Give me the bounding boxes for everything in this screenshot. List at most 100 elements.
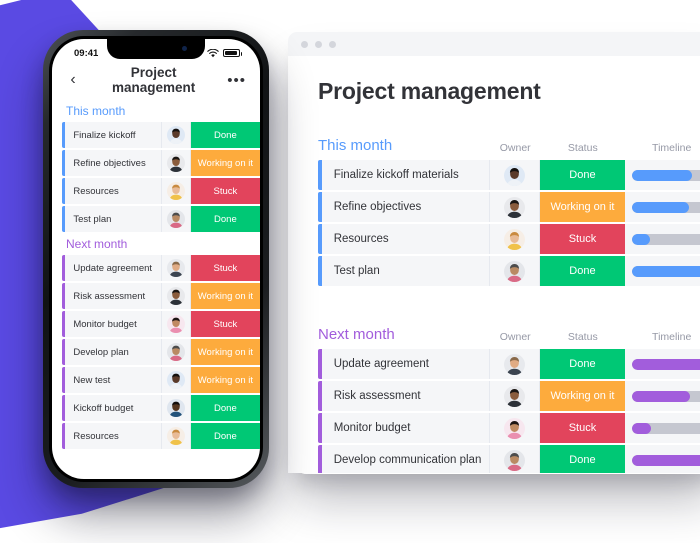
- status-badge[interactable]: Done: [540, 256, 625, 286]
- owner-cell[interactable]: [161, 367, 191, 393]
- task-name-cell[interactable]: Develop plan: [65, 339, 162, 365]
- owner-cell[interactable]: [490, 381, 541, 411]
- avatar-man-gray[interactable]: [166, 343, 185, 361]
- timeline-cell[interactable]: [624, 349, 700, 379]
- avatar-man-beard[interactable]: [504, 196, 526, 218]
- phone-list-item[interactable]: Refine objectives Working on it: [62, 150, 260, 176]
- owner-cell[interactable]: [490, 349, 541, 379]
- task-name-cell[interactable]: Refine objectives: [65, 150, 162, 176]
- status-badge[interactable]: Stuck: [190, 311, 260, 337]
- timeline-cell[interactable]: [624, 160, 700, 190]
- task-name-cell[interactable]: Finalize kickoff materials: [321, 160, 491, 190]
- task-name-cell[interactable]: Refine objectives: [321, 192, 491, 222]
- phone-list-item[interactable]: Test plan Done: [62, 206, 260, 232]
- phone-list-item[interactable]: Resources Done: [62, 423, 260, 449]
- owner-cell[interactable]: [161, 339, 191, 365]
- avatar-man-gray[interactable]: [504, 449, 526, 471]
- status-badge[interactable]: Stuck: [190, 255, 260, 281]
- owner-cell[interactable]: [161, 283, 191, 309]
- task-name-cell[interactable]: Kickoff budget: [65, 395, 162, 421]
- owner-cell[interactable]: [161, 122, 191, 148]
- task-name-cell[interactable]: Resources: [65, 423, 162, 449]
- phone-list-item[interactable]: Develop plan Working on it: [62, 339, 260, 365]
- task-name-cell[interactable]: Develop communication plan: [321, 445, 491, 473]
- task-name-cell[interactable]: Test plan: [65, 206, 162, 232]
- status-badge[interactable]: Done: [190, 423, 260, 449]
- task-name-cell[interactable]: Resources: [321, 224, 491, 254]
- table-row[interactable]: Monitor budget Stuck: [318, 413, 700, 443]
- avatar-man-dark[interactable]: [166, 399, 185, 417]
- status-badge[interactable]: Working on it: [190, 283, 260, 309]
- back-icon[interactable]: ‹: [66, 71, 80, 89]
- avatar-man-gray[interactable]: [166, 210, 185, 228]
- task-name-cell[interactable]: Test plan: [321, 256, 491, 286]
- avatar-woman-blonde[interactable]: [166, 427, 185, 445]
- phone-list-item[interactable]: New test Working on it: [62, 367, 260, 393]
- group-title[interactable]: Next month: [318, 327, 490, 342]
- task-name-cell[interactable]: Monitor budget: [65, 311, 162, 337]
- avatar-man-beard[interactable]: [166, 154, 185, 172]
- status-badge[interactable]: Stuck: [540, 413, 625, 443]
- avatar-woman-blonde[interactable]: [504, 228, 526, 250]
- status-badge[interactable]: Done: [540, 445, 625, 473]
- owner-cell[interactable]: [161, 255, 191, 281]
- phone-list-item[interactable]: Resources Stuck: [62, 178, 260, 204]
- phone-group-title[interactable]: This month: [66, 104, 260, 118]
- status-badge[interactable]: Done: [540, 160, 625, 190]
- owner-cell[interactable]: [161, 395, 191, 421]
- avatar-woman-brunette[interactable]: [166, 315, 185, 333]
- phone-list-item[interactable]: Kickoff budget Done: [62, 395, 260, 421]
- status-badge[interactable]: Working on it: [540, 381, 625, 411]
- timeline-cell[interactable]: [624, 256, 700, 286]
- table-row[interactable]: Update agreement Done: [318, 349, 700, 379]
- phone-list-item[interactable]: Risk assessment Working on it: [62, 283, 260, 309]
- phone-group-title[interactable]: Next month: [66, 237, 260, 251]
- window-close-dot[interactable]: [301, 40, 308, 48]
- status-badge[interactable]: Stuck: [190, 178, 260, 204]
- owner-cell[interactable]: [490, 256, 541, 286]
- timeline-cell[interactable]: [624, 381, 700, 411]
- status-badge[interactable]: Done: [540, 349, 625, 379]
- table-row[interactable]: Risk assessment Working on it: [318, 381, 700, 411]
- table-row[interactable]: Finalize kickoff materials Done: [318, 160, 700, 190]
- status-badge[interactable]: Done: [190, 395, 260, 421]
- status-badge[interactable]: Working on it: [190, 367, 260, 393]
- avatar-man-beard[interactable]: [166, 287, 185, 305]
- owner-cell[interactable]: [490, 224, 541, 254]
- avatar-woman-brunette[interactable]: [504, 417, 526, 439]
- status-badge[interactable]: Working on it: [190, 339, 260, 365]
- table-row[interactable]: Refine objectives Working on it: [318, 192, 700, 222]
- status-badge[interactable]: Working on it: [190, 150, 260, 176]
- task-name-cell[interactable]: Risk assessment: [321, 381, 491, 411]
- owner-cell[interactable]: [161, 206, 191, 232]
- avatar-man-gray[interactable]: [504, 260, 526, 282]
- task-name-cell[interactable]: Update agreement: [65, 255, 162, 281]
- task-name-cell[interactable]: Risk assessment: [65, 283, 162, 309]
- avatar-woman-dark[interactable]: [504, 164, 526, 186]
- task-name-cell[interactable]: Update agreement: [321, 349, 491, 379]
- more-options-icon[interactable]: •••: [227, 72, 246, 89]
- owner-cell[interactable]: [161, 178, 191, 204]
- timeline-cell[interactable]: [624, 445, 700, 473]
- phone-list-item[interactable]: Update agreement Stuck: [62, 255, 260, 281]
- phone-list-item[interactable]: Monitor budget Stuck: [62, 311, 260, 337]
- status-badge[interactable]: Done: [190, 206, 260, 232]
- owner-cell[interactable]: [161, 423, 191, 449]
- owner-cell[interactable]: [490, 413, 541, 443]
- task-name-cell[interactable]: Resources: [65, 178, 162, 204]
- status-badge[interactable]: Stuck: [540, 224, 625, 254]
- phone-list-item[interactable]: Finalize kickoff Done: [62, 122, 260, 148]
- task-name-cell[interactable]: Monitor budget: [321, 413, 491, 443]
- owner-cell[interactable]: [161, 150, 191, 176]
- avatar-woman-blonde[interactable]: [166, 182, 185, 200]
- task-name-cell[interactable]: Finalize kickoff: [65, 122, 162, 148]
- table-row[interactable]: Test plan Done: [318, 256, 700, 286]
- owner-cell[interactable]: [490, 192, 541, 222]
- window-minimize-dot[interactable]: [315, 40, 322, 48]
- avatar-woman-dark[interactable]: [166, 126, 185, 144]
- timeline-cell[interactable]: [624, 192, 700, 222]
- group-title[interactable]: This month: [318, 138, 490, 153]
- timeline-cell[interactable]: [624, 413, 700, 443]
- owner-cell[interactable]: [161, 311, 191, 337]
- avatar-man-beard[interactable]: [504, 385, 526, 407]
